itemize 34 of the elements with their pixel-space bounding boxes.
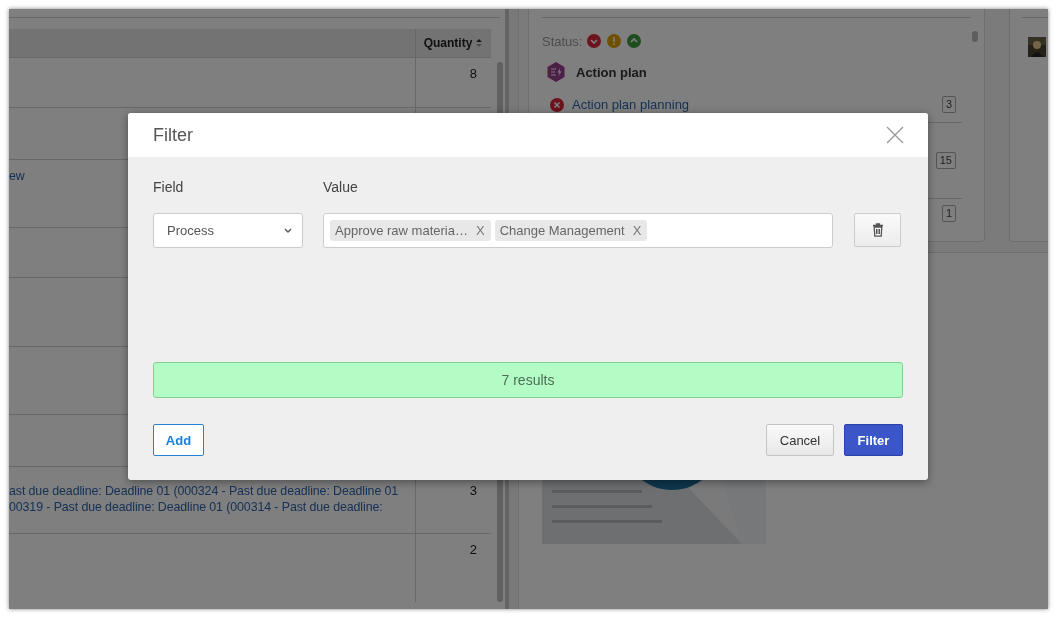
close-icon[interactable] (886, 126, 904, 144)
tag-text: Approve raw materia… (335, 223, 468, 238)
link-text[interactable]: ast due deadline: Deadline 01 (000324 - Past due deadline: Deadline 01 (9, 483, 415, 499)
scrollbar[interactable] (972, 31, 978, 42)
field-label: Field (153, 179, 185, 196)
count-badge: 1 (941, 204, 956, 222)
add-button[interactable]: Add (153, 424, 204, 456)
value-field[interactable]: Approve raw materia… X Change Management X (323, 213, 833, 248)
quantity-value: 8 (469, 66, 477, 81)
count-badge: 3 (941, 96, 956, 113)
quantity-value: 3 (469, 483, 477, 498)
remove-tag-button[interactable]: X (475, 223, 485, 238)
caret-icon (284, 228, 292, 233)
section-title: Action plan (576, 64, 647, 80)
quantity-value: 2 (469, 542, 477, 557)
field-select[interactable]: Process (153, 213, 303, 248)
chevron-down-icon[interactable] (587, 34, 602, 48)
cancel-button[interactable]: Cancel (766, 424, 834, 456)
remove-tag-button[interactable]: X (632, 223, 642, 238)
value-label: Value (323, 179, 358, 196)
item-link[interactable]: Action plan planning (572, 97, 690, 112)
tag-text: Change Management (499, 223, 625, 238)
count-badge: 15 (935, 152, 956, 169)
trash-icon (871, 223, 884, 237)
dialog-title: Filter (153, 124, 194, 146)
sort-icon (475, 38, 484, 48)
delete-button[interactable] (854, 213, 901, 247)
link-text[interactable]: 00319 - Past due deadline: Deadline 01 (000314 - Past due deadline: (9, 499, 415, 515)
hexagon-icon (547, 62, 565, 82)
results-banner: 7 results (153, 362, 903, 398)
chevron-up-icon[interactable] (627, 34, 642, 48)
filter-button[interactable]: Filter (844, 424, 903, 456)
exclamation-icon[interactable] (607, 34, 622, 48)
column-header[interactable]: Quantity (415, 29, 491, 57)
